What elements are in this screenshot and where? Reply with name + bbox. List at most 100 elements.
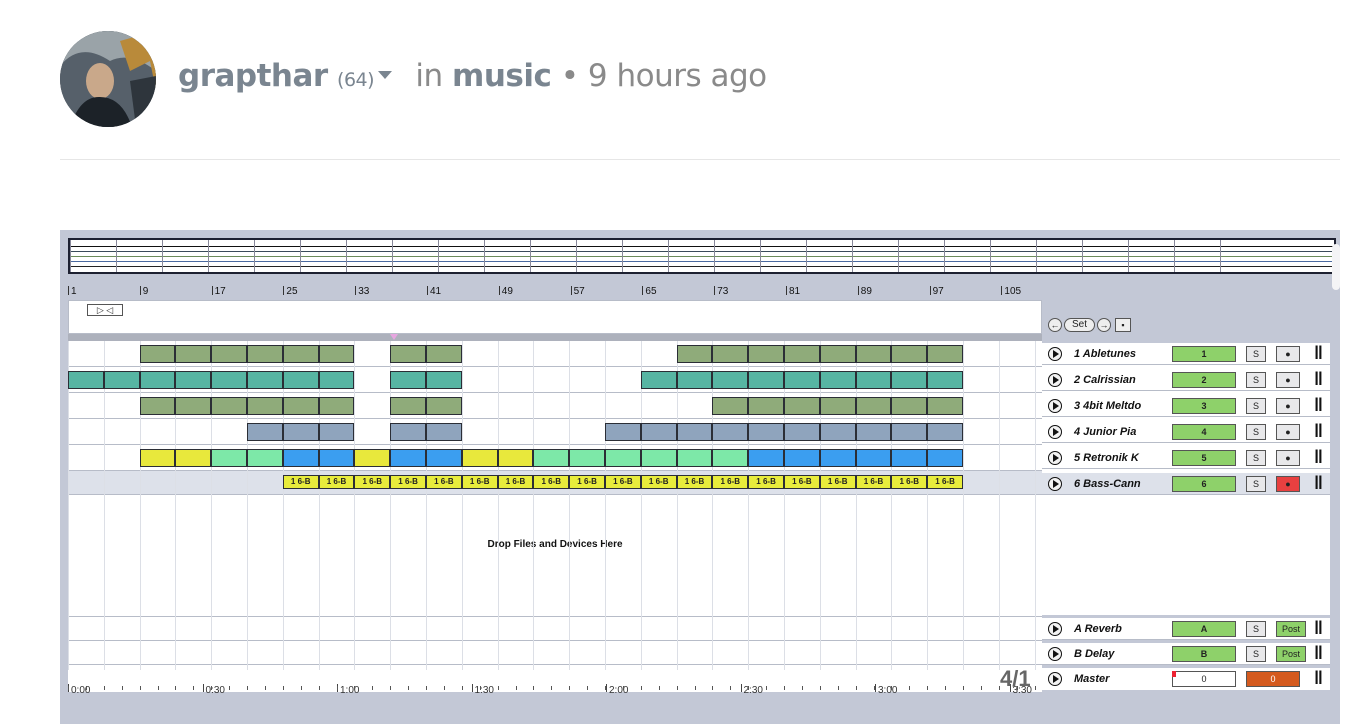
scrollbar[interactable] [1332,244,1340,290]
solo-button[interactable]: S [1246,476,1266,492]
clip[interactable] [175,345,212,363]
clip[interactable] [819,423,856,441]
clip[interactable] [247,423,283,441]
bass-clip[interactable]: 1 6-B [569,475,605,489]
io-icon[interactable]: ǁ [1314,448,1323,466]
clip[interactable] [426,423,462,441]
record-arm-button[interactable]: ● [1276,424,1300,440]
track-activator-button[interactable]: 4 [1172,424,1236,440]
clip[interactable] [784,423,820,441]
clip[interactable] [390,423,426,441]
bass-clip[interactable]: 1 6-B [533,475,570,489]
bass-clip[interactable]: 1 6-B [282,475,319,489]
post-button[interactable]: Post [1276,646,1306,662]
record-arm-button[interactable]: ● [1276,450,1300,466]
clip[interactable] [282,423,319,441]
clip[interactable] [211,449,247,467]
clip[interactable] [390,345,426,363]
arrangement-overview[interactable] [68,238,1336,274]
track-header[interactable]: 1 Abletunes 1 S ● ǁ [1042,343,1330,365]
io-icon[interactable]: ǁ [1314,619,1323,637]
clip[interactable] [247,345,283,363]
clip[interactable] [318,371,355,389]
clip[interactable] [354,449,391,467]
cue-volume-field[interactable]: 0 [1172,671,1236,687]
clip[interactable] [855,397,892,415]
track-name[interactable]: A Reverb [1074,623,1122,635]
bass-clip[interactable]: 1 6-B [640,475,677,489]
track-activator-button[interactable]: B [1172,646,1236,662]
clip[interactable] [640,371,677,389]
clip[interactable] [390,371,426,389]
track-activator-button[interactable]: 6 [1172,476,1236,492]
clip[interactable] [497,449,534,467]
solo-button[interactable]: S [1246,621,1266,637]
return-lane[interactable] [68,616,1042,640]
clip[interactable] [748,345,784,363]
clip[interactable] [247,397,283,415]
io-icon[interactable]: ǁ [1314,474,1323,492]
clip[interactable] [211,397,247,415]
beat-ruler[interactable]: 1 9 17 25 33 41 49 57 65 73 81 89 97 105 [68,286,1042,300]
clip[interactable] [748,423,784,441]
clip[interactable] [426,449,462,467]
clip[interactable] [605,449,641,467]
io-icon[interactable]: ǁ [1314,422,1323,440]
clip[interactable] [390,449,426,467]
play-icon[interactable] [1048,425,1062,439]
master-volume-field[interactable]: 0 [1246,671,1300,687]
time-signature[interactable]: 4/1 [1000,666,1031,692]
clip[interactable] [891,345,928,363]
return-lane[interactable] [68,640,1042,664]
track-header[interactable]: 2 Calrissian 2 S ● ǁ [1042,369,1330,391]
play-icon[interactable] [1048,373,1062,387]
clip[interactable] [712,371,749,389]
bass-clip[interactable]: 1 6-B [927,475,963,489]
play-icon[interactable] [1048,477,1062,491]
loop-toggle-button[interactable]: ▷ ◁ [87,304,123,316]
clip[interactable] [748,449,784,467]
next-locator-button[interactable]: → [1097,317,1112,332]
clip[interactable] [927,371,963,389]
bass-clip[interactable]: 1 6-B [676,475,713,489]
clip[interactable] [891,397,928,415]
clip[interactable] [318,397,355,415]
bass-clip[interactable]: 1 6-B [318,475,355,489]
author-avatar[interactable] [60,31,156,127]
clip[interactable] [103,371,140,389]
track-name[interactable]: 2 Calrissian [1074,374,1136,386]
play-icon[interactable] [1048,347,1062,361]
author-menu-caret-icon[interactable] [378,70,393,79]
clip[interactable] [855,423,892,441]
clip[interactable] [819,397,856,415]
clip[interactable] [784,345,820,363]
track-activator-button[interactable]: 3 [1172,398,1236,414]
bass-clip[interactable]: 1 6-B [497,475,534,489]
bass-clip[interactable]: 1 6-B [784,475,820,489]
solo-button[interactable]: S [1246,398,1266,414]
clip[interactable] [175,449,212,467]
track-name[interactable]: 4 Junior Pia [1074,426,1136,438]
clip[interactable] [640,423,677,441]
track-header[interactable]: 5 Retronik K 5 S ● ǁ [1042,447,1330,469]
return-track-header[interactable]: A Reverb A S Post ǁ [1042,618,1330,640]
clip[interactable] [139,397,176,415]
play-icon[interactable] [1048,399,1062,413]
clip[interactable] [318,423,355,441]
loop-strip[interactable]: ▷ ◁ [68,300,1042,334]
solo-button[interactable]: S [1246,372,1266,388]
track-header[interactable]: 4 Junior Pia 4 S ● ǁ [1042,421,1330,443]
solo-button[interactable]: S [1246,346,1266,362]
clip[interactable] [676,449,713,467]
track-name[interactable]: 6 Bass-Cann [1074,478,1141,490]
clip[interactable] [819,371,856,389]
clip[interactable] [426,397,462,415]
clip[interactable] [927,397,963,415]
record-arm-button[interactable]: ● [1276,346,1300,362]
clip[interactable] [139,371,176,389]
clip[interactable] [748,371,784,389]
clip[interactable] [855,449,892,467]
play-icon[interactable] [1048,451,1062,465]
clip[interactable] [784,449,820,467]
clip[interactable] [927,423,963,441]
